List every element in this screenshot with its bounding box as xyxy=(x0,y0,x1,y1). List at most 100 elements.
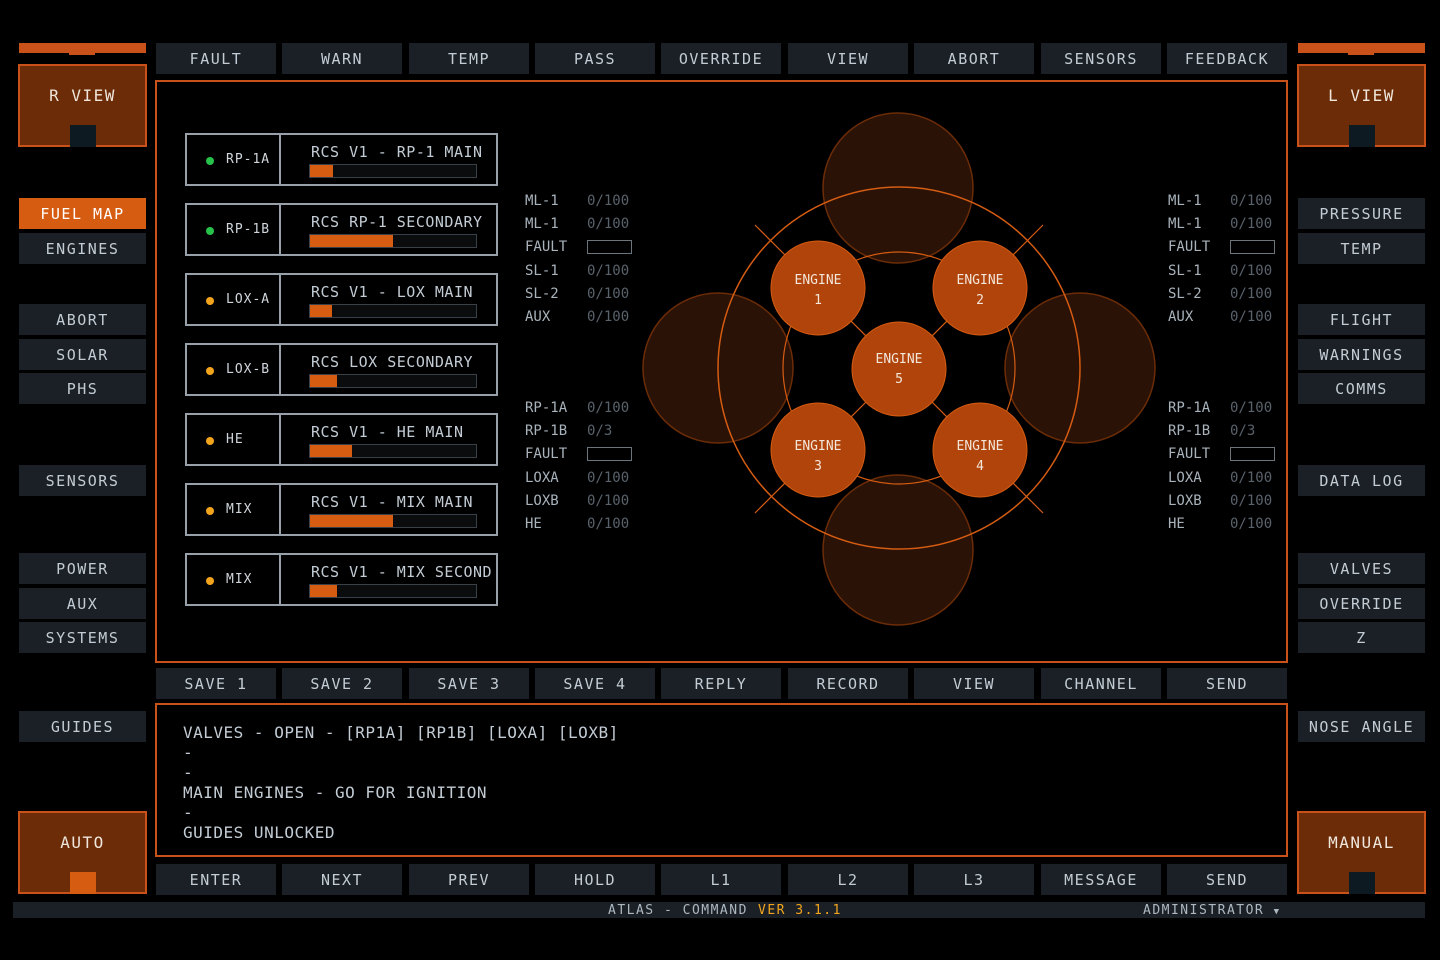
readout-row: LOXB 0/100 xyxy=(525,493,630,509)
fuel-line-tag: HE xyxy=(226,432,244,447)
fault-indicator xyxy=(587,447,632,461)
right-menu-warnings[interactable]: WARNINGS xyxy=(1298,339,1425,370)
top-nav-feedback[interactable]: FEEDBACK xyxy=(1167,43,1287,74)
top-nav-warn[interactable]: WARN xyxy=(282,43,402,74)
svg-text:3: 3 xyxy=(814,459,822,474)
status-dot xyxy=(206,227,214,235)
fuel-line-tag: MIX xyxy=(226,572,253,587)
readout-row: SL-1 0/100 xyxy=(525,263,630,279)
right-menu-temp[interactable]: TEMP xyxy=(1298,233,1425,264)
top-nav-override[interactable]: OVERRIDE xyxy=(661,43,781,74)
fuel-line-tag: RP-1A xyxy=(226,152,271,167)
top-nav-fault[interactable]: FAULT xyxy=(156,43,276,74)
fuel-line-mix-main[interactable]: MIX RCS V1 - MIX MAIN xyxy=(185,483,498,536)
bottom-nav-message[interactable]: MESSAGE xyxy=(1041,864,1161,895)
engine-4[interactable]: ENGINE 4 xyxy=(932,402,1028,498)
bottom-nav-next[interactable]: NEXT xyxy=(282,864,402,895)
status-dot xyxy=(206,297,214,305)
bottom-nav-hold[interactable]: HOLD xyxy=(535,864,655,895)
fuel-line-lox-b[interactable]: LOX-B RCS LOX SECONDARY xyxy=(185,343,498,396)
top-nav-view[interactable]: VIEW xyxy=(788,43,908,74)
mid-nav-record[interactable]: RECORD xyxy=(788,668,908,699)
left-menu-fuel-map[interactable]: FUEL MAP xyxy=(19,198,146,229)
engine-5[interactable]: ENGINE 5 xyxy=(851,321,947,417)
left-menu-solar[interactable]: SOLAR xyxy=(19,339,146,370)
svg-text:ENGINE: ENGINE xyxy=(957,439,1004,454)
log-line: - xyxy=(183,743,194,762)
mid-nav-save-3[interactable]: SAVE 3 xyxy=(409,668,529,699)
right-menu-data-log[interactable]: DATA LOG xyxy=(1298,465,1425,496)
mid-nav-channel[interactable]: CHANNEL xyxy=(1041,668,1161,699)
fuel-level-fill xyxy=(310,445,352,457)
left-menu-systems[interactable]: SYSTEMS xyxy=(19,622,146,653)
top-nav-abort[interactable]: ABORT xyxy=(914,43,1034,74)
status-bar: ATLAS - COMMAND VER 3.1.1 ADMINISTRATOR … xyxy=(13,902,1425,918)
fuel-line-lox-a[interactable]: LOX-A RCS V1 - LOX MAIN xyxy=(185,273,498,326)
bottom-nav-prev[interactable]: PREV xyxy=(409,864,529,895)
fuel-level-fill xyxy=(310,165,334,177)
readout-row: LOXA 0/100 xyxy=(525,470,630,486)
left-menu-guides[interactable]: GUIDES xyxy=(19,711,146,742)
engine-1[interactable]: ENGINE 1 xyxy=(770,240,866,336)
left-menu-power[interactable]: POWER xyxy=(19,553,146,584)
readout-row: FAULT xyxy=(1168,446,1275,462)
top-nav-temp[interactable]: TEMP xyxy=(409,43,529,74)
readout-row: ML-1 0/100 xyxy=(525,216,630,232)
l-view-button[interactable]: L VIEW xyxy=(1297,64,1426,147)
fuel-line-he[interactable]: HE RCS V1 - HE MAIN xyxy=(185,413,498,466)
left-menu-phs[interactable]: PHS xyxy=(19,373,146,404)
bottom-nav-l2[interactable]: L2 xyxy=(788,864,908,895)
engine-2[interactable]: ENGINE 2 xyxy=(932,240,1028,336)
bottom-nav-l1[interactable]: L1 xyxy=(661,864,781,895)
mid-nav-view[interactable]: VIEW xyxy=(914,668,1034,699)
log-line: - xyxy=(183,763,194,782)
fuel-level-bar xyxy=(309,234,477,248)
auto-mode-button[interactable]: AUTO xyxy=(18,811,147,894)
left-menu-aux[interactable]: AUX xyxy=(19,588,146,619)
readout-row: RP-1B 0/3 xyxy=(1168,423,1256,439)
fuel-level-fill xyxy=(310,305,332,317)
l-view-label: L VIEW xyxy=(1328,86,1395,105)
bottom-nav-send[interactable]: SEND xyxy=(1167,864,1287,895)
readout-row: LOXA 0/100 xyxy=(1168,470,1273,486)
user-menu[interactable]: ADMINISTRATOR ▼ xyxy=(1143,903,1281,918)
mid-nav-save-4[interactable]: SAVE 4 xyxy=(535,668,655,699)
right-menu-valves[interactable]: VALVES xyxy=(1298,553,1425,584)
fuel-level-bar xyxy=(309,584,477,598)
mid-nav-save-2[interactable]: SAVE 2 xyxy=(282,668,402,699)
svg-text:5: 5 xyxy=(895,372,903,387)
left-menu-abort[interactable]: ABORT xyxy=(19,304,146,335)
r-view-button[interactable]: R VIEW xyxy=(18,64,147,147)
svg-text:1: 1 xyxy=(814,293,822,308)
right-menu-override[interactable]: OVERRIDE xyxy=(1298,588,1425,619)
left-menu-engines[interactable]: ENGINES xyxy=(19,233,146,264)
right-menu-z[interactable]: Z xyxy=(1298,622,1425,653)
right-menu-flight[interactable]: FLIGHT xyxy=(1298,304,1425,335)
status-dot xyxy=(206,157,214,165)
fuel-line-title: RCS V1 - MIX MAIN xyxy=(311,493,474,511)
right-menu-nose-angle[interactable]: NOSE ANGLE xyxy=(1298,711,1425,742)
bottom-nav-l3[interactable]: L3 xyxy=(914,864,1034,895)
svg-text:4: 4 xyxy=(976,459,984,474)
mid-nav-send[interactable]: SEND xyxy=(1167,668,1287,699)
fuel-level-bar xyxy=(309,164,477,178)
readout-row: RP-1A 0/100 xyxy=(525,400,630,416)
manual-mode-button[interactable]: MANUAL xyxy=(1297,811,1426,894)
mid-nav-save-1[interactable]: SAVE 1 xyxy=(156,668,276,699)
top-nav-sensors[interactable]: SENSORS xyxy=(1041,43,1161,74)
fuel-line-mix-second[interactable]: MIX RCS V1 - MIX SECOND xyxy=(185,553,498,606)
engine-3[interactable]: ENGINE 3 xyxy=(770,402,866,498)
quad-bubble-bottom xyxy=(822,474,974,626)
r-view-indicator xyxy=(70,125,96,147)
fuel-line-rp-1b[interactable]: RP-1B RCS RP-1 SECONDARY xyxy=(185,203,498,256)
top-nav-pass[interactable]: PASS xyxy=(535,43,655,74)
right-menu-pressure[interactable]: PRESSURE xyxy=(1298,198,1425,229)
mid-nav-reply[interactable]: REPLY xyxy=(661,668,781,699)
fault-indicator xyxy=(587,240,632,254)
left-menu-sensors[interactable]: SENSORS xyxy=(19,465,146,496)
readout-row: ML-1 0/100 xyxy=(1168,193,1273,209)
bottom-nav-enter[interactable]: ENTER xyxy=(156,864,276,895)
left-tab-bar xyxy=(19,43,146,55)
fuel-line-rp-1a[interactable]: RP-1A RCS V1 - RP-1 MAIN xyxy=(185,133,498,186)
right-menu-comms[interactable]: COMMS xyxy=(1298,373,1425,404)
